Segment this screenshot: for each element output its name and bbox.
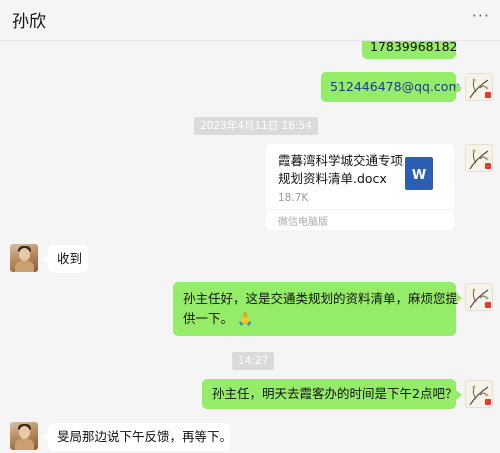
avatar-badge xyxy=(485,302,491,308)
file-size: 18.7K xyxy=(278,192,309,204)
message-phone-bubble[interactable]: 17839968182 xyxy=(362,41,458,59)
my-avatar[interactable] xyxy=(465,380,493,408)
my-avatar[interactable] xyxy=(465,283,493,311)
chat-header: 孙欣 ··· xyxy=(0,0,500,41)
message-email-bubble[interactable]: 512446478@qq.com xyxy=(321,72,461,102)
message-email-text: 512446478@qq.com xyxy=(330,79,461,94)
message-list[interactable]: 17839968182 512446478@qq.com 2023年4月11日 … xyxy=(0,41,500,453)
avatar-badge xyxy=(485,92,491,98)
timestamp: 2023年4月11日 16:54 xyxy=(194,117,318,135)
bubble-tail xyxy=(456,83,462,93)
file-source: 微信电脑版 xyxy=(278,217,328,228)
message-received-bubble[interactable]: 收到 xyxy=(48,245,88,273)
message-received-bubble[interactable]: 旻局那边说下午反馈，再等下。 xyxy=(48,423,233,451)
word-document-icon: W xyxy=(405,157,433,190)
bubble-tail xyxy=(456,390,462,400)
message-sent-line1: 孙主任好，这是交通类规划的资料清单，麻烦您提 xyxy=(183,291,459,306)
message-received-text: 旻局那边说下午反馈，再等下。 xyxy=(57,429,233,444)
avatar-face xyxy=(19,426,30,439)
avatar-face xyxy=(19,248,30,261)
contact-name: 孙欣 xyxy=(12,12,46,32)
message-phone-text: 17839968182 xyxy=(370,41,458,54)
avatar-shirt xyxy=(15,439,34,450)
file-name: 霞暮湾科学城交通专项规划资料清单.docx xyxy=(278,153,404,186)
my-avatar[interactable] xyxy=(465,73,493,101)
my-avatar[interactable] xyxy=(465,144,493,172)
divider xyxy=(266,209,454,210)
message-sent-line2-wrap: 供一下。 🙏 xyxy=(183,310,253,329)
avatar-shirt xyxy=(15,261,34,272)
avatar-badge xyxy=(485,399,491,405)
message-sent-text: 孙主任，明天去霞客办的时间是下午2点吧？ xyxy=(212,386,458,401)
message-received-text: 收到 xyxy=(57,251,83,266)
message-sent-bubble[interactable]: 孙主任好，这是交通类规划的资料清单，麻烦您提 供一下。 🙏 xyxy=(173,282,459,336)
avatar-badge xyxy=(485,163,491,169)
bubble-tail xyxy=(456,293,462,303)
file-message-card[interactable]: 霞暮湾科学城交通专项规划资料清单.docx W 18.7K 微信电脑版 xyxy=(266,144,454,230)
word-icon-letter: W xyxy=(411,168,427,183)
more-options-icon[interactable]: ··· xyxy=(472,6,490,25)
pray-emoji-icon: 🙏 xyxy=(237,312,254,327)
message-sent-line2: 供一下。 xyxy=(183,311,234,326)
message-sent-bubble[interactable]: 孙主任，明天去霞客办的时间是下午2点吧？ xyxy=(202,379,458,409)
timestamp: 14:27 xyxy=(232,352,275,370)
contact-avatar[interactable] xyxy=(10,422,38,450)
contact-avatar[interactable] xyxy=(10,244,38,272)
